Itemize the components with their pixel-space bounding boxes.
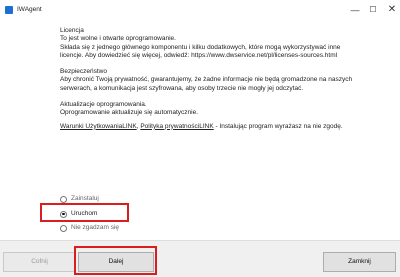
terms-consent-text: - Instalując program wyrażasz na nie zgo… (213, 122, 343, 130)
security-heading: Bezpieczeństwo (60, 68, 107, 76)
close-button[interactable]: Zamknij (323, 252, 396, 272)
security-line: Aby chronić Twoją prywatność, gwarantuje… (60, 76, 353, 84)
terms-of-use-link[interactable]: Warunki UżytkowaniaLINK (60, 123, 137, 130)
license-line: Składa się z jednego głównego komponentu… (60, 43, 341, 51)
license-heading: Licencja (60, 27, 84, 34)
license-text: Licencja To jest wolne i otwarte oprogra… (60, 27, 390, 131)
option-disagree[interactable]: Nie zgadzam się (60, 223, 119, 233)
maximize-icon[interactable]: ☐ (364, 2, 382, 18)
close-icon[interactable]: ✕ (383, 2, 400, 18)
app-icon (5, 6, 13, 14)
next-button-highlight (74, 246, 157, 275)
privacy-policy-link[interactable]: Polityka prywatnościLINK (140, 123, 213, 130)
back-button[interactable]: Cofnij (3, 252, 76, 272)
disagree-label: Nie zgadzam się (71, 224, 120, 231)
run-option-highlight (40, 203, 129, 222)
update-line: Oprogramowanie aktualizuje się automatyc… (60, 109, 199, 117)
license-line: To jest wolne i otwarte oprogramowanie. (60, 35, 176, 43)
minimize-icon[interactable]: — (346, 2, 364, 18)
update-heading: Aktualizacje oprogramowania. (60, 101, 147, 109)
disagree-radio[interactable] (60, 224, 67, 232)
title-bar: IWAgent — ☐ ✕ (0, 0, 400, 22)
window-title: IWAgent (17, 6, 42, 13)
license-line: licencje. Aby dowiedzieć się więcej, odw… (60, 51, 338, 59)
terms-line: Warunki UżytkowaniaLINK, Polityka prywat… (60, 123, 390, 131)
install-radio[interactable] (60, 195, 67, 203)
security-line: serwerach, a komunikacja jest szyfrowana… (60, 84, 304, 92)
